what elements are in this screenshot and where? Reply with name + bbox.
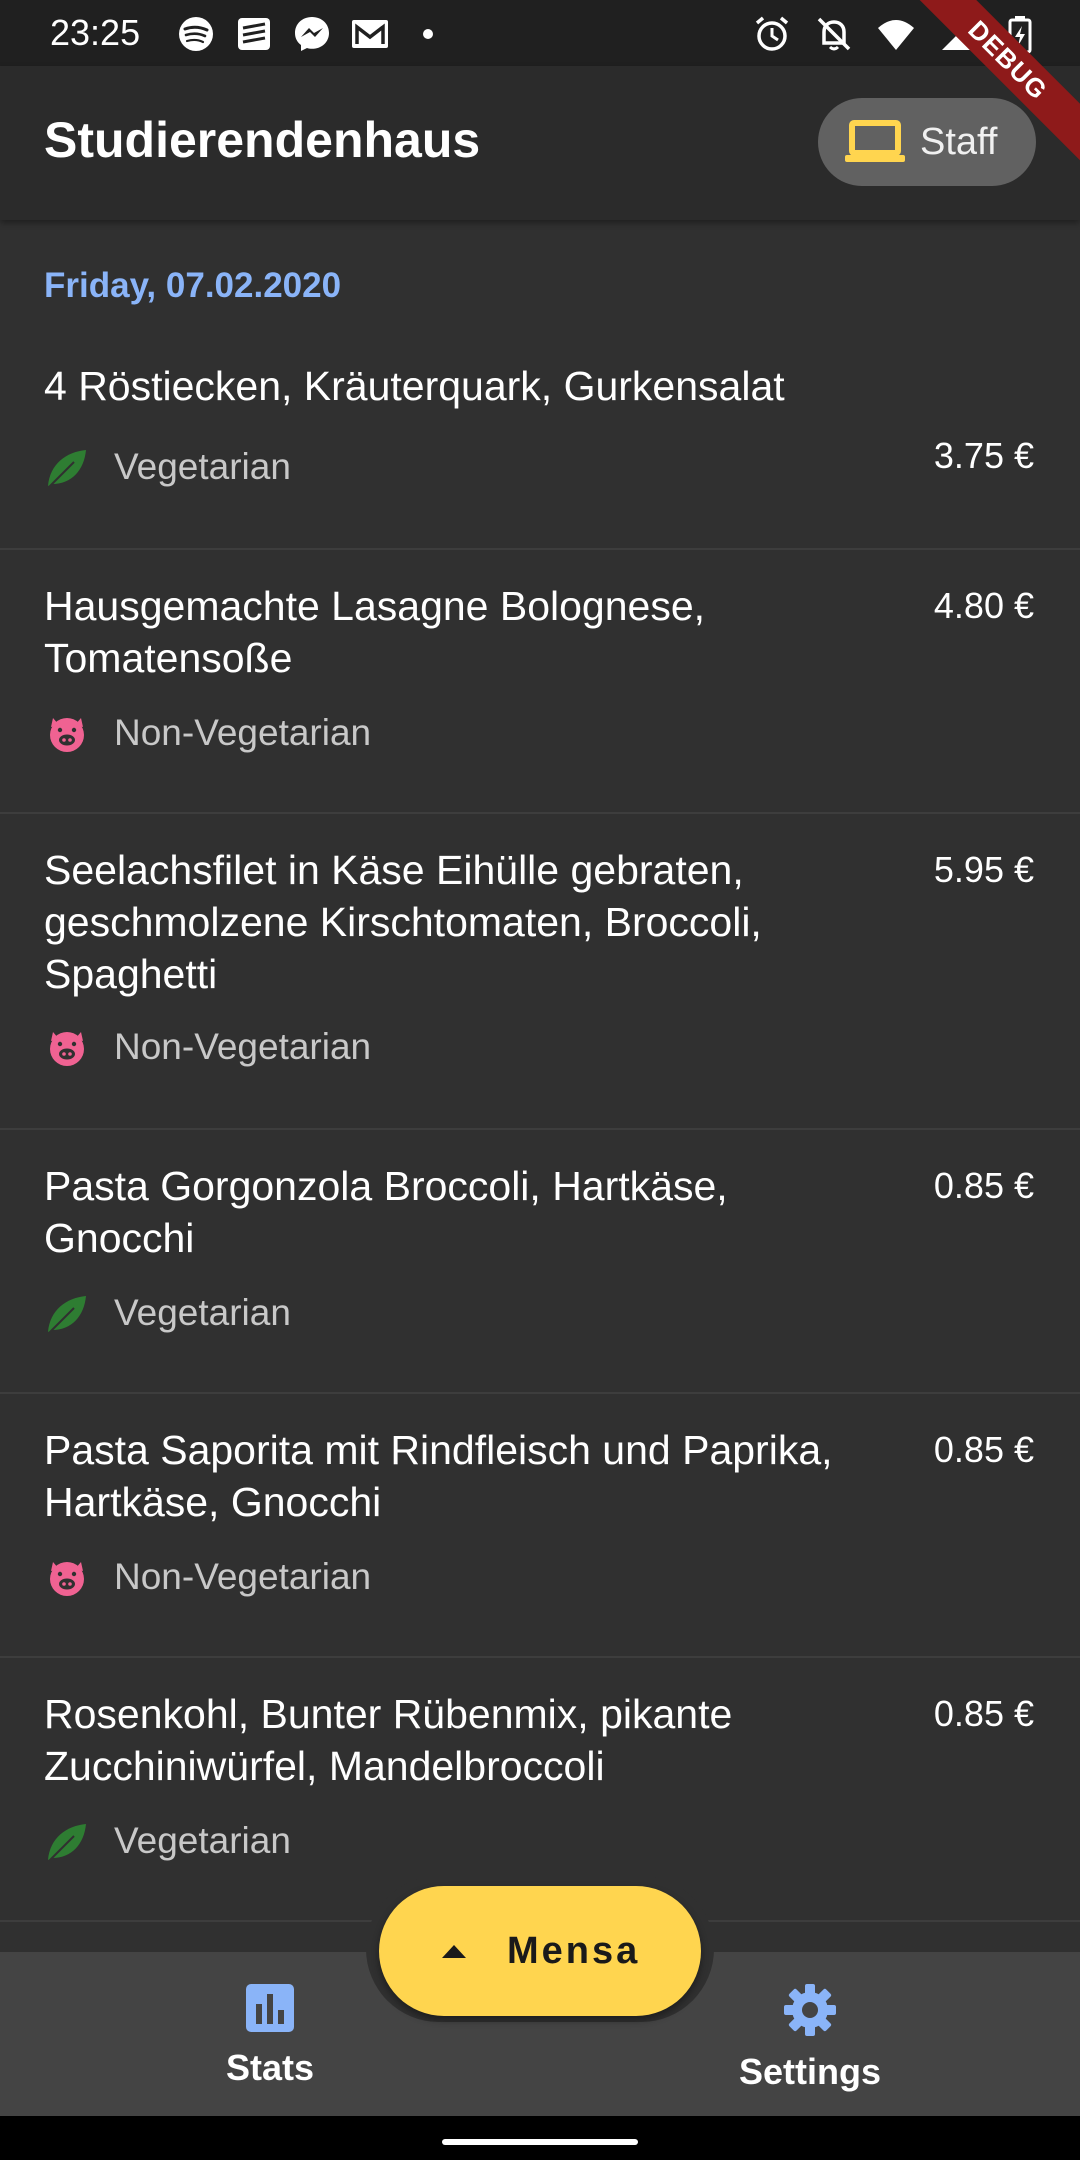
- notification-icons: [176, 14, 448, 54]
- gear-icon: [784, 1984, 836, 2036]
- nav-item-settings[interactable]: Settings: [710, 1982, 910, 2093]
- app-bar: Studierendenhaus Staff: [0, 66, 1080, 220]
- meal-price: 0.85 €: [933, 1693, 1034, 1734]
- spotify-icon: [176, 14, 216, 54]
- messenger-icon: [292, 14, 332, 54]
- meal-name: 4 Röstiecken, Kräuterquark, Gurkensalat: [44, 363, 785, 409]
- gesture-bar: [0, 2116, 1080, 2160]
- meal-tag-label: Vegetarian: [114, 1820, 291, 1861]
- laptop-icon: [845, 120, 905, 162]
- status-time: 23:25: [50, 12, 141, 53]
- meal-tag: Vegetarian: [44, 1290, 291, 1336]
- pig-icon: [50, 718, 84, 752]
- nav-label-stats: Stats: [225, 2047, 315, 2088]
- meal-tag: Non-Vegetarian: [44, 1554, 371, 1600]
- meal-name: Hausgemachte Lasagne Bolognese, Tomatens…: [44, 583, 706, 681]
- stack-icon: [234, 14, 274, 54]
- meal-tag: Vegetarian: [44, 1818, 291, 1864]
- meal-item[interactable]: Pasta Saporita mit Rindfleisch und Papri…: [0, 1394, 1080, 1658]
- home-handle[interactable]: [442, 2139, 638, 2145]
- pig-icon: [50, 1562, 84, 1596]
- meal-price: 3.75 €: [933, 435, 1034, 476]
- meal-item[interactable]: Hausgemachte Lasagne Bolognese, Tomatens…: [0, 550, 1080, 814]
- meal-item[interactable]: 4 Röstiecken, Kräuterquark, Gurkensalat …: [0, 330, 1080, 550]
- meal-price: 0.85 €: [933, 1429, 1034, 1470]
- meal-tag-label: Vegetarian: [114, 1292, 291, 1333]
- meal-name: Rosenkohl, Bunter Rübenmix, pikante Zucc…: [44, 1691, 733, 1789]
- leaf-icon: [48, 1824, 86, 1861]
- meal-tag-label: Non-Vegetarian: [114, 1556, 372, 1597]
- meal-tag-label: Non-Vegetarian: [114, 1026, 372, 1067]
- nav-item-stats[interactable]: Stats: [170, 1982, 370, 2089]
- mensa-selector-button[interactable]: Mensa: [379, 1886, 701, 2016]
- alarm-icon: [752, 14, 792, 54]
- mensa-button-label: Mensa: [507, 1929, 641, 1972]
- arrow-up-icon: [442, 1945, 466, 1958]
- page-title: Studierendenhaus: [44, 112, 481, 168]
- meal-tag-label: Non-Vegetarian: [114, 712, 372, 753]
- nav-label-settings: Settings: [738, 2051, 881, 2092]
- meal-price: 4.80 €: [933, 585, 1034, 626]
- leaf-icon: [48, 450, 86, 487]
- meal-name: Pasta Saporita mit Rindfleisch und Papri…: [44, 1427, 833, 1525]
- dot-icon: [408, 14, 448, 54]
- meal-price: 0.85 €: [933, 1165, 1034, 1206]
- pig-icon: [50, 1032, 84, 1066]
- meal-tag-label: Vegetarian: [114, 446, 291, 487]
- notifications-off-icon: [814, 14, 854, 54]
- staff-chip-label: Staff: [920, 120, 998, 163]
- date-header: Friday, 07.02.2020: [44, 266, 342, 305]
- leaf-icon: [48, 1296, 86, 1333]
- meal-name: Pasta Gorgonzola Broccoli, Hartkäse, Gno…: [44, 1163, 728, 1261]
- meal-price: 5.95 €: [933, 849, 1034, 890]
- staff-toggle-button[interactable]: Staff: [818, 98, 1036, 186]
- meal-item[interactable]: Pasta Gorgonzola Broccoli, Hartkäse, Gno…: [0, 1130, 1080, 1394]
- meal-tag: Non-Vegetarian: [44, 1024, 371, 1070]
- meal-tag: Vegetarian: [44, 444, 291, 490]
- bar-chart-icon: [246, 1984, 294, 2032]
- status-bar: 23:25: [0, 0, 1080, 66]
- meal-name: Seelachsfilet in Käse Eihülle gebraten, …: [44, 847, 762, 997]
- meal-item[interactable]: Seelachsfilet in Käse Eihülle gebraten, …: [0, 814, 1080, 1130]
- wifi-icon: [876, 14, 916, 54]
- gmail-icon: [350, 14, 390, 54]
- meal-tag: Non-Vegetarian: [44, 710, 371, 756]
